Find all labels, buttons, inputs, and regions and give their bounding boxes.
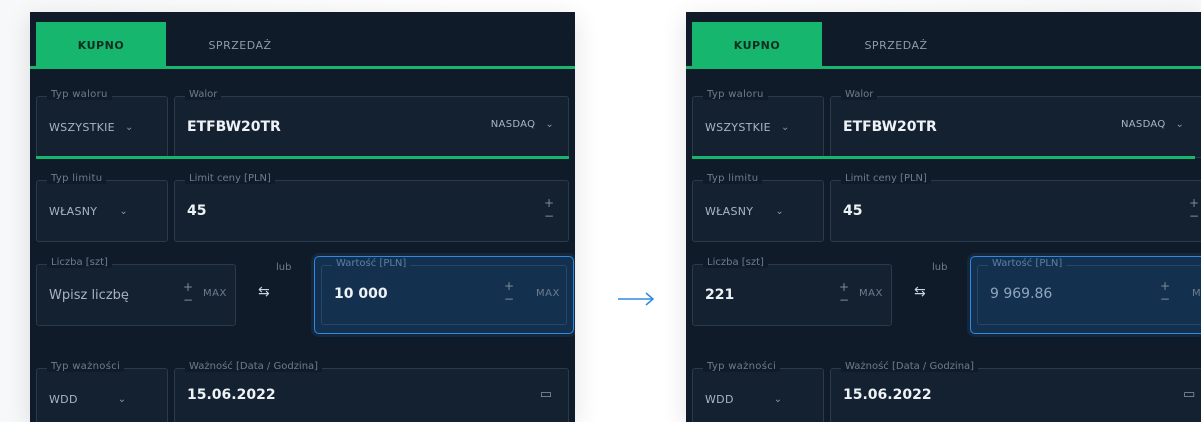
validity-field[interactable]: Ważność [Data / Godzina] 15.06.2022 ▭ [830, 361, 1201, 422]
price-limit-field[interactable]: Limit ceny [PLN] 45 + − [830, 173, 1201, 242]
asset-label: Walor [841, 89, 878, 100]
value-max-button[interactable]: MA [1192, 288, 1201, 299]
validity-type-value: WDD [49, 392, 78, 406]
order-form-after: KUPNO SPRZEDAŻ Typ waloru WSZYSTKIE ⌄ Wa… [686, 12, 1201, 422]
order-tabs: KUPNO SPRZEDAŻ [686, 12, 1201, 69]
price-stepper[interactable]: + − [542, 197, 556, 223]
validity-type-label: Typ ważności [47, 361, 125, 372]
swap-icon[interactable]: ⇆ [258, 284, 270, 300]
limit-type-select[interactable]: Typ limitu WŁASNY ⌄ [692, 173, 824, 242]
limit-type-label: Typ limitu [47, 173, 107, 184]
value-inner: Wartość [PLN] 10 000 + − MAX [321, 258, 567, 325]
asset-type-value: WSZYSTKIE [49, 120, 115, 134]
validity-label: Ważność [Data / Godzina] [185, 361, 323, 372]
asset-type-label: Typ waloru [703, 89, 768, 100]
value-field[interactable]: Wartość [PLN] 9 969.86 +− MA [970, 256, 1201, 334]
validity-type-label: Typ ważności [703, 361, 781, 372]
chevron-down-icon: ⌄ [1175, 119, 1185, 130]
chevron-down-icon: ⌄ [117, 393, 127, 405]
tab-buy[interactable]: KUPNO [692, 22, 822, 69]
asset-select[interactable]: Walor ETFBW20TR NASDAQ ⌄ [830, 89, 1201, 158]
chevron-down-icon: ⌄ [780, 121, 790, 133]
or-label: lub [932, 262, 948, 273]
limit-type-value: WŁASNY [49, 204, 98, 218]
tab-buy[interactable]: KUPNO [36, 22, 166, 69]
asset-value: ETFBW20TR [187, 119, 281, 135]
limit-type-label: Typ limitu [703, 173, 763, 184]
arrow-right-icon [618, 292, 655, 306]
order-tabs: KUPNO SPRZEDAŻ [30, 12, 575, 69]
value-field[interactable]: Wartość [PLN] 10 000 + − MAX [314, 256, 574, 334]
validity-field[interactable]: Ważność [Data / Godzina] 15.06.2022 ▭ [174, 361, 569, 422]
asset-row-underline [36, 156, 569, 159]
value-max-button[interactable]: MAX [536, 288, 560, 299]
value-stepper[interactable]: + − [502, 280, 516, 306]
price-limit-value: 45 [187, 203, 207, 219]
validity-value: 15.06.2022 [187, 387, 276, 403]
asset-type-select[interactable]: Typ waloru WSZYSTKIE ⌄ [36, 89, 168, 158]
calendar-icon[interactable]: ▭ [540, 387, 552, 402]
validity-type-value: WDD [705, 392, 734, 406]
quantity-value: 221 [705, 287, 735, 303]
asset-type-select[interactable]: Typ waloru WSZYSTKIE ⌄ [692, 89, 824, 158]
limit-type-select[interactable]: Typ limitu WŁASNY ⌄ [36, 173, 168, 242]
quantity-field[interactable]: Liczba [szt] Wpisz liczbę + − MAX [36, 257, 236, 326]
value-value: 9 969.86 [990, 286, 1053, 302]
chevron-down-icon: ⌄ [775, 205, 785, 217]
calendar-icon[interactable]: ▭ [1183, 387, 1195, 402]
price-limit-value: 45 [843, 203, 863, 219]
quantity-field[interactable]: Liczba [szt] 221 + − MAX [692, 257, 892, 326]
value-inner: Wartość [PLN] 9 969.86 +− MA [977, 258, 1201, 325]
value-value: 10 000 [334, 286, 388, 302]
limit-row: Typ limitu WŁASNY ⌄ Limit ceny [PLN] 45 … [692, 173, 1201, 242]
exchange-value: NASDAQ [1121, 119, 1166, 130]
quantity-stepper[interactable]: + − [837, 281, 851, 307]
value-stepper[interactable]: + − [1158, 280, 1172, 306]
price-limit-field[interactable]: Limit ceny [PLN] 45 + − [174, 173, 569, 242]
swap-icon[interactable]: ⇆ [914, 284, 926, 300]
value-label: Wartość [PLN] [332, 258, 411, 269]
asset-row: Typ waloru WSZYSTKIE ⌄ Walor ETFBW20TR N… [36, 89, 569, 159]
limit-row: Typ limitu WŁASNY ⌄ Limit ceny [PLN] 45 … [36, 173, 569, 242]
quantity-row: Liczba [szt] 221 + − MAX lub ⇆ Wartość [P… [692, 256, 1201, 334]
comparison-stage: KUPNO SPRZEDAŻ Typ waloru WSZYSTKIE ⌄ Wa… [0, 0, 1201, 422]
limit-type-value: WŁASNY [705, 204, 754, 218]
asset-row-underline [692, 156, 1195, 159]
exchange-select[interactable]: NASDAQ ⌄ [491, 119, 554, 130]
exchange-value: NASDAQ [490, 119, 536, 130]
validity-row: Typ ważności WDD ⌄ Ważność [Data / Godzi… [692, 361, 1201, 422]
tab-sell[interactable]: SPRZEDAŻ [190, 22, 290, 69]
quantity-stepper[interactable]: + − [181, 281, 195, 307]
asset-type-value: WSZYSTKIE [705, 120, 771, 134]
tab-sell[interactable]: SPRZEDAŻ [846, 22, 946, 69]
asset-select[interactable]: Walor ETFBW20TR NASDAQ ⌄ [174, 89, 569, 158]
validity-label: Ważność [Data / Godzina] [841, 361, 979, 372]
or-label: lub [276, 262, 292, 273]
value-label: Wartość [PLN] [988, 258, 1067, 269]
order-form-before: KUPNO SPRZEDAŻ Typ waloru WSZYSTKIE ⌄ Wa… [30, 12, 575, 422]
chevron-down-icon: ⌄ [119, 205, 129, 217]
price-limit-label: Limit ceny [PLN] [841, 173, 931, 184]
validity-type-select[interactable]: Typ ważności WDD ⌄ [692, 361, 824, 422]
validity-value: 15.06.2022 [843, 387, 932, 403]
price-limit-label: Limit ceny [PLN] [185, 173, 275, 184]
chevron-down-icon: ⌄ [545, 119, 554, 130]
quantity-row: Liczba [szt] Wpisz liczbę + − MAX lub ⇆ W… [36, 256, 574, 334]
asset-label: Walor [185, 89, 222, 100]
asset-value: ETFBW20TR [843, 119, 937, 135]
quantity-label: Liczba [szt] [47, 257, 112, 268]
quantity-label: Liczba [szt] [703, 257, 768, 268]
chevron-down-icon: ⌄ [124, 121, 134, 133]
asset-type-label: Typ waloru [47, 89, 112, 100]
exchange-select[interactable]: NASDAQ ⌄ [1121, 119, 1184, 130]
asset-row: Typ waloru WSZYSTKIE ⌄ Walor ETFBW20TR N… [692, 89, 1201, 159]
chevron-down-icon: ⌄ [773, 393, 783, 405]
quantity-max-button[interactable]: MAX [859, 288, 883, 299]
quantity-max-button[interactable]: MAX [203, 288, 227, 299]
quantity-placeholder: Wpisz liczbę [49, 288, 129, 303]
price-stepper[interactable]: + − [1187, 197, 1201, 223]
validity-row: Typ ważności WDD ⌄ Ważność [Data / Godzi… [36, 361, 569, 422]
validity-type-select[interactable]: Typ ważności WDD ⌄ [36, 361, 168, 422]
